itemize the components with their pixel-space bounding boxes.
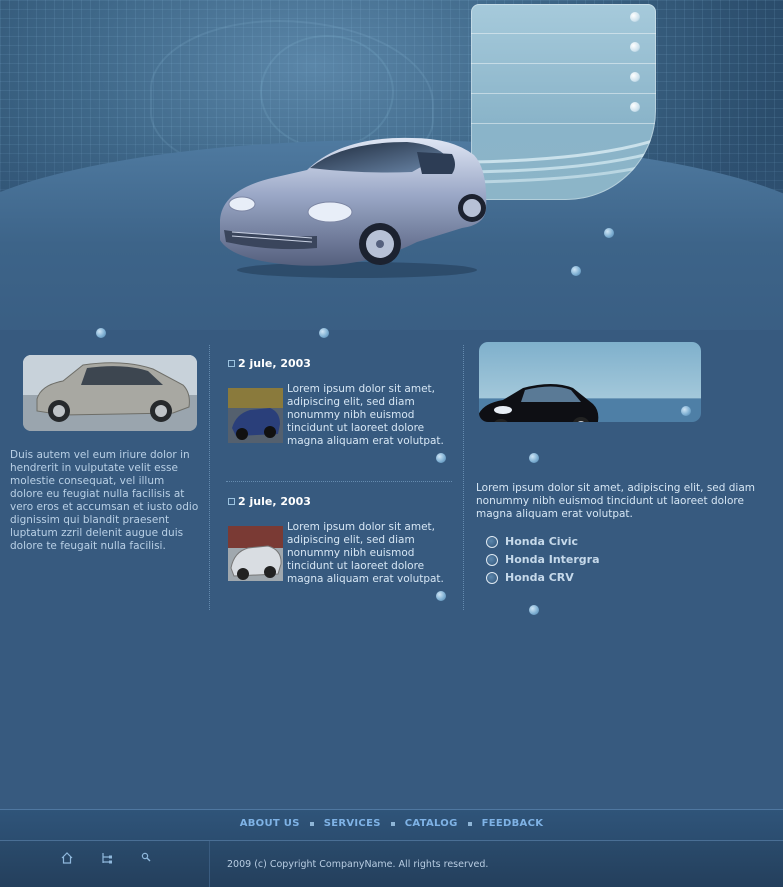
copyright-text: 2009 (c) Copyright CompanyName. All righ… [227, 859, 489, 870]
square-bullet-icon [228, 498, 235, 505]
decor-dot [604, 228, 614, 238]
header-menu-item-2[interactable] [471, 34, 656, 64]
sitemap-icon[interactable] [100, 851, 114, 865]
square-bullet-icon [228, 360, 235, 367]
model-option[interactable]: Honda Intergra [486, 553, 766, 571]
news-date: 2 jule, 2003 [238, 357, 311, 370]
header-menu-item-4[interactable] [471, 94, 656, 124]
model-option[interactable]: Honda CRV [486, 571, 766, 589]
featured-car-image [479, 384, 599, 422]
news-date: 2 jule, 2003 [238, 495, 311, 508]
footer-divider [209, 841, 210, 887]
footer-link-feedback[interactable]: FEEDBACK [482, 818, 544, 829]
nav-separator [390, 821, 395, 826]
nav-separator [309, 821, 314, 826]
news-summary: Lorem ipsum dolor sit amet, adipiscing e… [287, 383, 444, 447]
arrow-icon [630, 102, 640, 112]
page: Duis autem vel eum iriure dolor in hendr… [0, 0, 783, 887]
decor-dot [529, 605, 539, 615]
footer-link-services[interactable]: SERVICES [324, 818, 381, 829]
right-text: Lorem ipsum dolor sit amet, adipiscing e… [476, 482, 755, 520]
nav-separator [467, 821, 472, 826]
header-banner [0, 0, 783, 330]
footer-nav: ABOUT US SERVICES CATALOG FEEDBACK [0, 809, 783, 840]
news-divider [226, 481, 452, 482]
panel-stripes [471, 140, 656, 184]
model-option[interactable]: Honda Civic [486, 535, 766, 553]
left-car-image [23, 355, 197, 431]
news-column: 2 jule, 2003 Lorem ipsum dolor sit amet,… [226, 355, 452, 623]
footer-link-catalog[interactable]: CATALOG [405, 818, 458, 829]
search-icon[interactable] [140, 851, 154, 865]
right-column: Lorem ipsum dolor sit amet, adipiscing e… [476, 342, 766, 615]
column-divider [209, 345, 210, 610]
news-thumbnail[interactable] [228, 526, 283, 581]
read-more-icon[interactable] [436, 591, 446, 601]
featured-car-panel [479, 342, 701, 422]
read-more-icon[interactable] [436, 453, 446, 463]
decor-dot [96, 328, 106, 338]
column-divider [463, 345, 464, 610]
decor-dot [571, 266, 581, 276]
decor-dot [529, 453, 539, 463]
arrow-icon [630, 72, 640, 82]
news-summary: Lorem ipsum dolor sit amet, adipiscing e… [287, 521, 444, 585]
decor-dot [319, 328, 329, 338]
hero-car-image [212, 130, 492, 280]
model-list: Honda Civic Honda Intergra Honda CRV [486, 535, 766, 589]
arrow-icon [630, 12, 640, 22]
home-icon[interactable] [60, 851, 74, 865]
news-item: 2 jule, 2003 Lorem ipsum dolor sit amet,… [226, 355, 452, 485]
arrow-icon [630, 42, 640, 52]
decor-dot [681, 406, 691, 416]
footer-link-about[interactable]: ABOUT US [240, 818, 300, 829]
left-text: Duis autem vel eum iriure dolor in hendr… [10, 449, 199, 552]
radio-icon[interactable] [486, 554, 498, 566]
radio-icon[interactable] [486, 572, 498, 584]
news-thumbnail[interactable] [228, 388, 283, 443]
footer-bar: 2009 (c) Copyright CompanyName. All righ… [0, 840, 783, 887]
header-menu-item-1[interactable] [471, 4, 656, 34]
news-item: 2 jule, 2003 Lorem ipsum dolor sit amet,… [226, 493, 452, 623]
left-column: Duis autem vel eum iriure dolor in hendr… [10, 355, 200, 553]
header-menu-panel [471, 4, 656, 200]
radio-icon[interactable] [486, 536, 498, 548]
header-menu-item-3[interactable] [471, 64, 656, 94]
